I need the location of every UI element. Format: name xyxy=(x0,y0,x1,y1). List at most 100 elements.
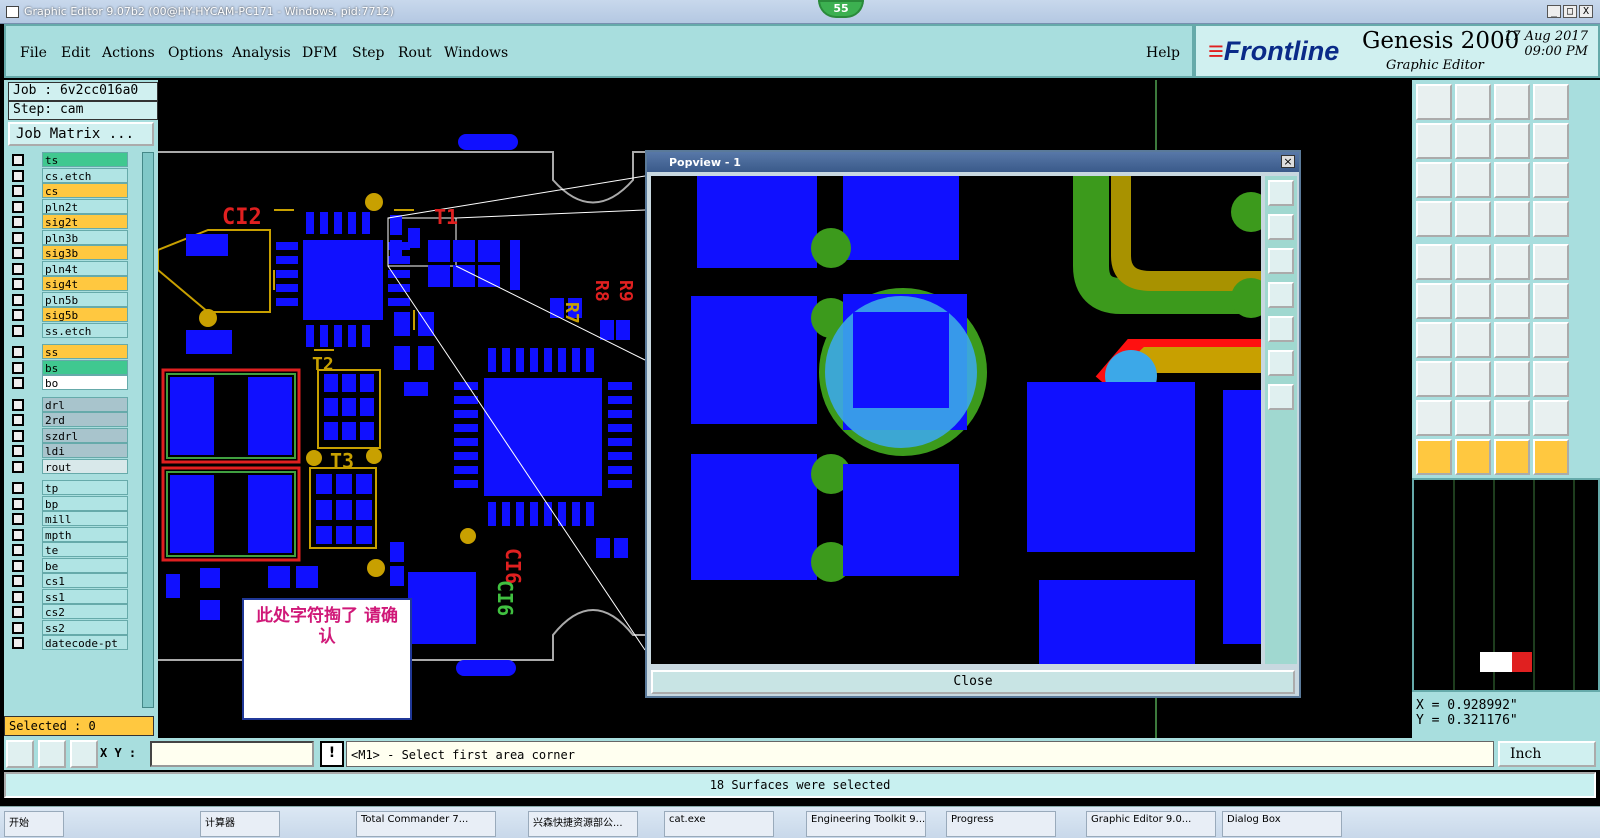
layer-checkbox[interactable] xyxy=(12,513,24,525)
layer-name[interactable]: ss xyxy=(42,344,128,359)
minus-icon[interactable] xyxy=(1455,361,1491,397)
menu-options[interactable]: Options xyxy=(168,45,223,61)
layer-checkbox[interactable] xyxy=(12,528,24,541)
layer-name[interactable]: mill xyxy=(42,511,128,526)
layer-checkbox[interactable] xyxy=(12,278,24,290)
layer-checkbox[interactable] xyxy=(12,637,24,649)
xy-input[interactable] xyxy=(150,741,314,767)
popview-pan-down-icon[interactable] xyxy=(1268,248,1294,274)
menu-rout[interactable]: Rout xyxy=(398,45,432,61)
measure-icon[interactable] xyxy=(1494,201,1530,237)
popview-zoom-fit-icon[interactable] xyxy=(1268,180,1294,206)
angle-icon[interactable] xyxy=(38,740,66,768)
draw-line-icon[interactable] xyxy=(1455,322,1491,358)
layer-checkbox[interactable] xyxy=(12,460,24,473)
layer-checkbox[interactable] xyxy=(12,216,24,228)
taskbar-item[interactable]: Dialog Box xyxy=(1222,811,1342,837)
layer-row[interactable]: sig2t xyxy=(12,214,130,230)
box-select-icon[interactable] xyxy=(1416,361,1452,397)
layer-name[interactable]: 2rd xyxy=(42,412,128,427)
net-icon[interactable] xyxy=(1416,244,1452,280)
layer-row[interactable]: datecode-pt xyxy=(12,635,130,651)
layer-row[interactable]: 2rd xyxy=(12,412,130,428)
layer-checkbox[interactable] xyxy=(12,154,24,166)
layer-row[interactable]: cs.etch xyxy=(12,167,130,184)
layer-row[interactable]: te xyxy=(12,542,130,558)
layer-row[interactable]: sig4t xyxy=(12,276,130,292)
layer-name[interactable]: sig2t xyxy=(42,214,128,229)
layer-name[interactable]: ss.etch xyxy=(42,322,128,338)
layer-name[interactable]: szdrl xyxy=(42,427,128,443)
menu-help[interactable]: Help xyxy=(1146,45,1180,61)
layer-name[interactable]: sig3b xyxy=(42,245,128,260)
minimap[interactable] xyxy=(1412,478,1600,692)
layer-row[interactable]: ss xyxy=(12,344,130,360)
house-icon[interactable] xyxy=(1494,84,1530,120)
move-icon[interactable] xyxy=(1416,162,1452,198)
layer-checkbox[interactable] xyxy=(12,445,24,457)
a-box-icon[interactable] xyxy=(1494,400,1530,436)
cluster-icon[interactable] xyxy=(1533,361,1569,397)
ratio-icon[interactable] xyxy=(1494,162,1530,198)
layer-checkbox[interactable] xyxy=(12,262,24,275)
layer-checkbox[interactable] xyxy=(12,361,24,374)
layer-name[interactable]: tp xyxy=(42,480,128,495)
connect-icon[interactable] xyxy=(1494,283,1530,319)
menu-step[interactable]: Step xyxy=(352,45,384,61)
layer-name[interactable]: cs xyxy=(42,183,128,198)
layout-icon[interactable] xyxy=(1533,84,1569,120)
scale-icon[interactable] xyxy=(1533,123,1569,159)
layer-name[interactable]: cs2 xyxy=(42,604,128,619)
layer-row[interactable]: ldi xyxy=(12,443,130,459)
a-shape-icon[interactable] xyxy=(1455,400,1491,436)
menu-dfm[interactable]: DFM xyxy=(302,45,337,61)
layer-name[interactable]: ts xyxy=(42,152,128,167)
layer-row[interactable]: pln5b xyxy=(12,291,130,308)
layer-row[interactable]: sig3b xyxy=(12,245,130,261)
layer-checkbox[interactable] xyxy=(12,621,24,634)
layer-name[interactable]: ss2 xyxy=(42,619,128,635)
layer-row[interactable]: cs1 xyxy=(12,573,130,589)
layer-row[interactable]: mpth xyxy=(12,526,130,543)
popview-zoom-in-icon[interactable] xyxy=(1268,350,1294,376)
layer-checkbox[interactable] xyxy=(12,575,24,587)
layer-checkbox[interactable] xyxy=(12,185,24,197)
layer-name[interactable]: ss1 xyxy=(42,588,128,604)
popview-pan-left-icon[interactable] xyxy=(1268,282,1294,308)
layer-checkbox[interactable] xyxy=(12,346,24,358)
layer-checkbox[interactable] xyxy=(12,606,24,618)
help-icon[interactable] xyxy=(1533,162,1569,198)
grid-icon[interactable] xyxy=(70,740,98,768)
popview-close-icon[interactable]: × xyxy=(1281,155,1295,168)
layer-name[interactable]: datecode-pt xyxy=(42,635,128,650)
layer-row[interactable]: ss.etch xyxy=(12,322,130,339)
layer-checkbox[interactable] xyxy=(12,544,24,556)
layer-row[interactable]: cs xyxy=(12,183,130,199)
taskbar-item[interactable]: 开始 xyxy=(4,811,64,837)
layer-name[interactable]: sig5b xyxy=(42,307,128,322)
layer-row[interactable]: ss1 xyxy=(12,588,130,605)
layer-name[interactable]: bo xyxy=(42,375,128,390)
line-draw-icon[interactable] xyxy=(1455,244,1491,280)
taskbar-item[interactable]: Engineering Toolkit 9... xyxy=(806,811,926,837)
taskbar-item[interactable]: 计算器 xyxy=(200,811,280,837)
layer-row[interactable]: drl xyxy=(12,396,130,413)
layer-name[interactable]: drl xyxy=(42,396,128,412)
taskbar-item[interactable]: cat.exe xyxy=(664,811,774,837)
layer-row[interactable]: cs2 xyxy=(12,604,130,620)
layer-row[interactable]: pln2t xyxy=(12,198,130,215)
cursor-icon[interactable] xyxy=(1416,439,1452,475)
layer-name[interactable]: bs xyxy=(42,359,128,375)
resize-icon[interactable] xyxy=(1494,361,1530,397)
home-up-icon[interactable] xyxy=(1416,84,1452,120)
popview-canvas[interactable] xyxy=(651,176,1261,664)
layer-checkbox[interactable] xyxy=(12,247,24,259)
layer-checkbox[interactable] xyxy=(12,497,24,510)
layer-row[interactable]: bp xyxy=(12,495,130,512)
layer-checkbox[interactable] xyxy=(12,231,24,244)
layer-checkbox[interactable] xyxy=(12,414,24,426)
snap-icon[interactable] xyxy=(6,740,34,768)
layer-row[interactable]: tp xyxy=(12,480,130,496)
layer-row[interactable]: bo xyxy=(12,375,130,391)
layer-name[interactable]: te xyxy=(42,542,128,557)
